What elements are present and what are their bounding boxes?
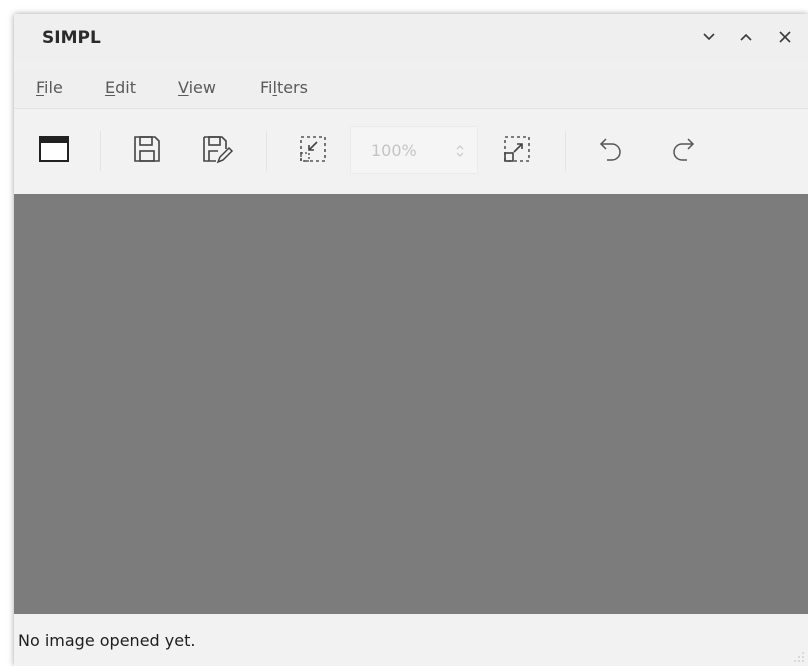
menu-view[interactable]: View	[178, 76, 216, 99]
close-button[interactable]	[770, 22, 800, 52]
redo-button[interactable]	[662, 129, 702, 169]
window-title: SIMPL	[42, 28, 101, 48]
save-as-icon	[203, 136, 234, 164]
menu-view-label: iew	[188, 78, 216, 97]
resize-grip-icon[interactable]	[792, 650, 806, 664]
menu-edit-label: dit	[115, 78, 136, 97]
menu-file[interactable]: File	[36, 76, 63, 99]
undo-button[interactable]	[592, 129, 632, 169]
redo-icon	[673, 138, 695, 161]
undo-icon	[599, 138, 621, 161]
save-button[interactable]	[127, 129, 167, 169]
status-bar: No image opened yet.	[14, 615, 808, 666]
menu-edit-mnemonic: E	[105, 78, 116, 97]
menu-bar: File Edit View Filters	[14, 70, 808, 108]
menu-filters-label-start: Fi	[260, 78, 273, 97]
title-bar[interactable]: SIMPL	[14, 14, 808, 62]
zoom-expand-button[interactable]	[497, 129, 537, 169]
menu-edit[interactable]: Edit	[105, 76, 136, 99]
chevron-up-icon	[740, 33, 752, 41]
spin-arrows-icon[interactable]	[455, 142, 465, 160]
save-as-button[interactable]	[197, 129, 237, 169]
zoom-value[interactable]: 100%	[371, 141, 417, 160]
toolbar: 100%	[14, 108, 808, 194]
zoom-expand-icon	[504, 136, 530, 162]
toolbar-separator	[266, 131, 267, 171]
menu-filters-label-end: ters	[276, 78, 308, 97]
toolbar-separator	[565, 131, 566, 171]
image-canvas[interactable]	[14, 194, 808, 614]
close-icon	[779, 31, 791, 43]
toolbar-separator	[100, 131, 101, 171]
open-button[interactable]	[34, 129, 74, 169]
zoom-fit-icon	[300, 136, 326, 162]
save-icon	[134, 136, 160, 162]
open-folder-icon	[39, 136, 69, 162]
menu-view-mnemonic: V	[178, 78, 189, 97]
chevron-down-icon	[703, 33, 715, 41]
application-window: SIMPL File Edit View Filters 100% No ima…	[14, 14, 808, 666]
zoom-spinbox[interactable]: 100%	[350, 126, 478, 174]
maximize-button[interactable]	[731, 22, 761, 52]
menu-file-mnemonic: F	[36, 78, 45, 97]
menu-file-label: ile	[44, 78, 63, 97]
status-message: No image opened yet.	[18, 631, 196, 650]
zoom-fit-button[interactable]	[293, 129, 333, 169]
minimize-button[interactable]	[694, 22, 724, 52]
menu-filters[interactable]: Filters	[260, 76, 308, 99]
